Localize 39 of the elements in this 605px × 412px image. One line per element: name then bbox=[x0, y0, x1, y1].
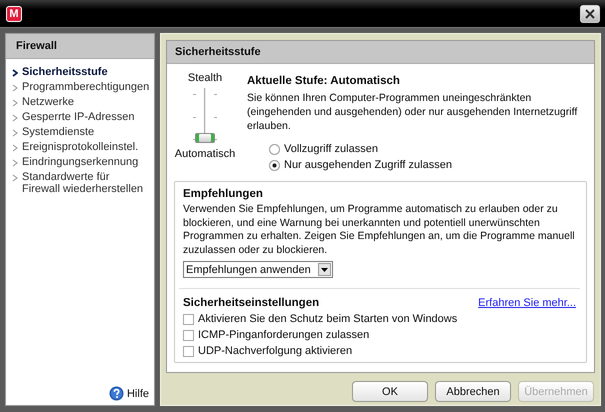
sidebar-item[interactable]: Sicherheitsstufe bbox=[6, 65, 154, 80]
radio-label: Nur ausgehenden Zugriff zulassen bbox=[284, 159, 452, 171]
panel-title: Sicherheitsstufe bbox=[167, 41, 594, 64]
help-icon bbox=[108, 386, 124, 401]
dropdown-arrow-icon bbox=[321, 268, 328, 272]
section-heading: Sicherheitseinstellungen bbox=[183, 297, 320, 309]
section-heading: Empfehlungen bbox=[183, 188, 264, 200]
checkbox[interactable] bbox=[183, 330, 194, 340]
app-logo: M bbox=[6, 6, 22, 22]
radio-button[interactable] bbox=[269, 160, 280, 170]
slider-label: Stealth bbox=[188, 72, 222, 84]
checkbox-label: UDP-Nachverfolgung aktivieren bbox=[198, 345, 352, 357]
checkbox[interactable] bbox=[183, 346, 194, 356]
sidebar-item[interactable]: Standardwerte für Firewall wiederherstellen bbox=[6, 170, 154, 197]
radio-button[interactable] bbox=[269, 144, 280, 154]
dialog-button[interactable]: Abbrechen bbox=[435, 381, 511, 402]
dialog-button[interactable]: OK bbox=[352, 381, 428, 402]
sidebar-item[interactable]: Programmberechtigungen bbox=[6, 80, 154, 95]
checkbox-label: ICMP-Pinganforderungen zulassen bbox=[198, 329, 370, 341]
slider-thumb[interactable] bbox=[195, 133, 215, 143]
slider-label: Automatisch bbox=[174, 148, 236, 160]
sidebar-item[interactable]: Systemdienste bbox=[6, 125, 154, 140]
section-text: Verwenden Sie Empfehlungen, um Programme automatisch zu erlauben oder zu blockieren, und eine Warnung bei unerkannten und potentiell unerwünschten Programmen zu erhalten. Zeigen Sie Empfehlungen an, um die Programme manuell zuzulassen oder zu blockieren. bbox=[183, 203, 576, 257]
current-level-heading: Aktuelle Stufe: Automatisch bbox=[247, 75, 401, 87]
close-icon bbox=[585, 8, 595, 18]
checkbox-label: Aktivieren Sie den Schutz beim Starten von Windows bbox=[198, 313, 458, 325]
slider[interactable] bbox=[190, 88, 220, 143]
description-text: Sie können Ihren Computer-Programmen uneingeschränkten (eingehenden und ausgehenden) oder nur ausgehenden Internetzugriff erlauben. bbox=[247, 91, 578, 133]
sidebar-title: Firewall bbox=[6, 34, 154, 59]
help-link[interactable]: Hilfe bbox=[126, 388, 149, 400]
sidebar-item[interactable]: Eindringungserkennung bbox=[6, 155, 154, 170]
sidebar-item[interactable]: Ereignisprotokolleinstel. bbox=[6, 140, 154, 155]
learn-more-link[interactable]: Erfahren Sie mehr... bbox=[478, 297, 576, 309]
radio-label: Vollzugriff zulassen bbox=[284, 143, 378, 155]
sidebar-item[interactable]: Netzwerke bbox=[6, 95, 154, 110]
checkbox[interactable] bbox=[183, 314, 194, 324]
recommendations-dropdown[interactable]: Empfehlungen anwenden bbox=[183, 261, 333, 278]
sidebar-item[interactable]: Gesperrte IP-Adressen bbox=[6, 110, 154, 125]
close-button[interactable] bbox=[580, 4, 600, 22]
